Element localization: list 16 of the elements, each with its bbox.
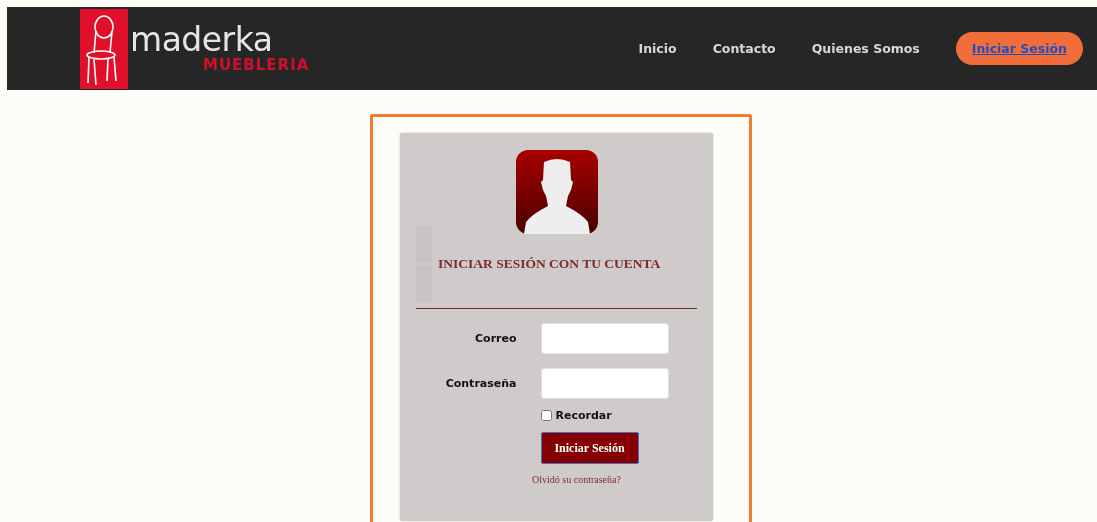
nav-link[interactable]: Inicio <box>638 41 677 56</box>
nav-link[interactable]: Quienes Somos <box>811 41 920 56</box>
forgot-password-link[interactable]: Olvidó su contraseña? <box>532 474 621 485</box>
field-label: Contraseña <box>444 377 517 390</box>
brand-name: maderka <box>130 22 273 57</box>
brand-tagline: MUEBLERIA <box>203 56 310 73</box>
input-field[interactable] <box>540 323 669 354</box>
user-avatar-icon <box>515 150 598 234</box>
login-title: INICIAR SESIÓN CON TU CUENTA <box>438 256 661 272</box>
submit-button[interactable]: Iniciar Sesión <box>540 432 639 464</box>
chair-logo-icon <box>80 8 128 89</box>
remember-checkbox[interactable] <box>540 410 552 421</box>
nav-link[interactable]: Contacto <box>712 41 776 56</box>
field-label: Correo <box>474 332 517 345</box>
input-field[interactable] <box>540 368 669 399</box>
remember-label: Recordar <box>555 409 612 422</box>
